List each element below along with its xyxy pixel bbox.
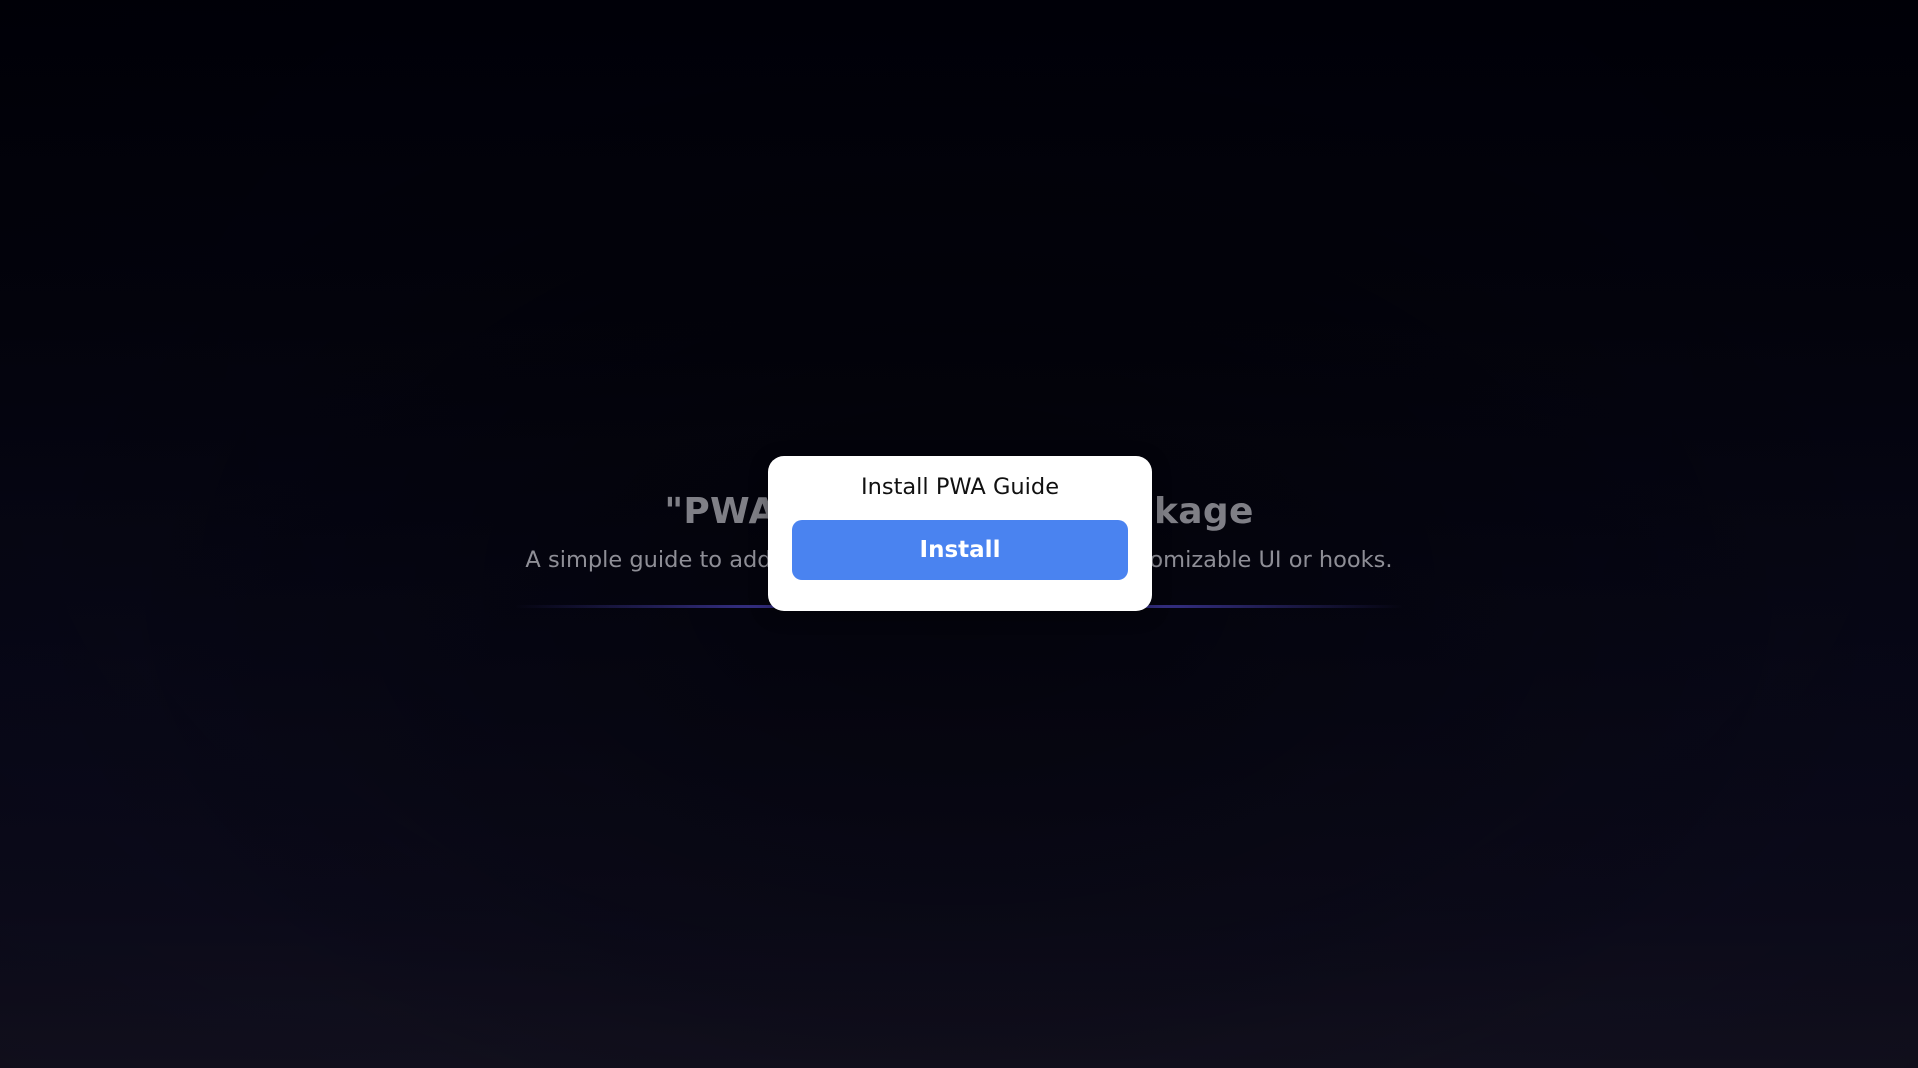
install-button[interactable]: Install — [792, 520, 1128, 580]
install-dialog: Install PWA Guide Install — [768, 456, 1152, 611]
dialog-title: Install PWA Guide — [860, 474, 1060, 500]
